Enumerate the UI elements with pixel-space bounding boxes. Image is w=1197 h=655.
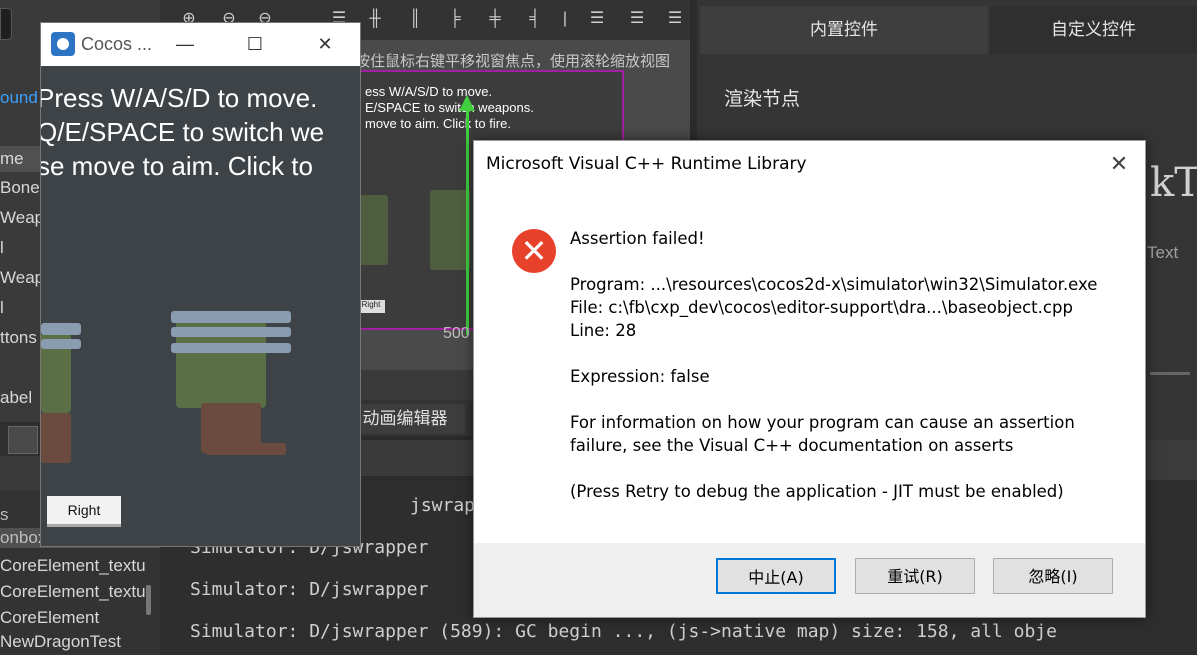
distribute-top-icon[interactable]: ☰	[588, 10, 606, 28]
close-icon[interactable]: ✕	[1104, 149, 1134, 179]
asset-item[interactable]: CoreElement_textu	[0, 556, 160, 576]
scene-hint-text: 按住鼠标右键平移视窗焦点，使用滚轮缩放视图	[355, 52, 671, 70]
scene-mech-sprite[interactable]	[358, 195, 388, 265]
tree-item-label: Weap	[0, 268, 45, 287]
simulator-title: Cocos ...	[81, 34, 153, 54]
tab-custom-widgets[interactable]: 自定义控件	[990, 6, 1197, 54]
abort-button[interactable]: 中止(A)	[716, 558, 836, 594]
dialog-title: Microsoft Visual C++ Runtime Library	[486, 154, 807, 174]
expression-text: Expression: false	[570, 367, 710, 386]
tab-builtin-widgets[interactable]: 内置控件	[700, 6, 988, 54]
asset-item-label: NewDragonTest	[0, 632, 121, 651]
mech-gun	[171, 311, 291, 323]
mech-leg	[41, 413, 71, 463]
align-bottom-icon[interactable]: ║	[406, 10, 424, 28]
distribute-middle-icon[interactable]: ☰	[628, 10, 646, 28]
mech-gun	[171, 327, 291, 337]
asset-item-label: CoreElement	[0, 608, 100, 627]
gizmo-y-axis[interactable]	[466, 105, 469, 335]
mech-gun	[41, 323, 81, 335]
asset-item[interactable]: CoreElement_textu	[0, 582, 160, 602]
ignore-button[interactable]: 忽略(I)	[993, 558, 1113, 594]
line-number: Line: 28	[570, 321, 637, 340]
close-icon[interactable]: ✕	[305, 31, 345, 57]
tree-item-label: ound	[0, 88, 38, 107]
scene-hud-line: E/SPACE to switch weapons.	[365, 100, 534, 115]
tree-item-label: me	[0, 149, 24, 168]
simulator-window: Cocos ... — ☐ ✕ Press W/A/S/D to move. Q…	[40, 22, 361, 547]
assertion-heading: Assertion failed!	[570, 229, 705, 248]
asset-item[interactable]: CoreElement	[0, 608, 160, 628]
asset-item-label: s	[0, 505, 9, 524]
asset-item[interactable]: NewDragonTest	[0, 632, 160, 652]
console-line: Simulator: D/jswrapper	[190, 579, 429, 600]
console-line: Simulator: D/jswrapper (589): GC begin .…	[190, 621, 1057, 642]
align-left-icon[interactable]: ╞	[446, 10, 464, 28]
tree-item-label: abel	[0, 388, 33, 407]
maximize-icon[interactable]: ☐	[235, 31, 275, 57]
hud-instruction-line: se move to aim. Click to	[40, 151, 313, 181]
tree-item-label: Bone	[0, 178, 40, 197]
assets-scrollbar[interactable]	[146, 585, 151, 615]
align-center-icon[interactable]: ╪	[486, 10, 504, 28]
minimize-icon[interactable]: —	[165, 31, 205, 57]
asset-item-label: CoreElement_textu	[0, 556, 146, 575]
tree-item-label: Weap	[0, 208, 45, 227]
ruler-label: 500	[443, 325, 470, 342]
panel-scrollbar[interactable]	[1150, 372, 1190, 375]
hud-instruction-line: Press W/A/S/D to move.	[40, 83, 318, 113]
mech-foot	[206, 443, 286, 455]
gizmo-arrow-icon[interactable]	[459, 95, 475, 111]
scene-hud-line: move to aim. Click to fire.	[365, 116, 511, 131]
toolbar-divider-icon: |	[562, 10, 568, 27]
scene-right-button[interactable]: Right	[357, 300, 385, 313]
hud-instruction-line: Q/E/SPACE to switch we	[40, 117, 325, 147]
error-icon: ✕	[512, 229, 556, 273]
tab-animation-editor[interactable]: 动画编辑器	[345, 404, 465, 434]
retry-note: (Press Retry to debug the application - …	[570, 482, 1064, 501]
retry-button[interactable]: 重试(R)	[855, 558, 975, 594]
text-widget-label: Text	[1147, 243, 1179, 262]
align-right-icon[interactable]: ╡	[526, 10, 544, 28]
align-middle-icon[interactable]: ╫	[366, 10, 384, 28]
hierarchy-tool-button[interactable]	[8, 426, 38, 454]
info-text: failure, see the Visual C++ documentatio…	[570, 436, 1014, 455]
program-path: Program: ...\resources\cocos2d-x\simulat…	[570, 275, 1098, 294]
mech-gun	[41, 339, 81, 349]
cocos-logo-mark	[57, 38, 69, 50]
section-title: 渲染节点	[724, 88, 801, 110]
tree-item-label: ttons	[0, 328, 37, 347]
cocos-logo-icon	[51, 32, 75, 56]
asset-item-label: CoreElement_textu	[0, 582, 146, 601]
scene-mech-sprite[interactable]	[430, 190, 470, 270]
distribute-bottom-icon[interactable]: ☰	[666, 10, 684, 28]
info-text: For information on how your program can …	[570, 413, 1075, 432]
assertion-dialog: Microsoft Visual C++ Runtime Library ✕ ✕…	[473, 140, 1146, 618]
file-path: File: c:\fb\cxp_dev\cocos\editor-support…	[570, 298, 1073, 317]
hierarchy-search-input[interactable]	[0, 8, 12, 40]
tree-item-label: l	[0, 238, 4, 257]
text-widget-icon[interactable]: kT	[1150, 160, 1197, 206]
tree-item-label: l	[0, 298, 4, 317]
right-button[interactable]: Right	[47, 496, 121, 527]
mech-gun	[171, 343, 291, 353]
